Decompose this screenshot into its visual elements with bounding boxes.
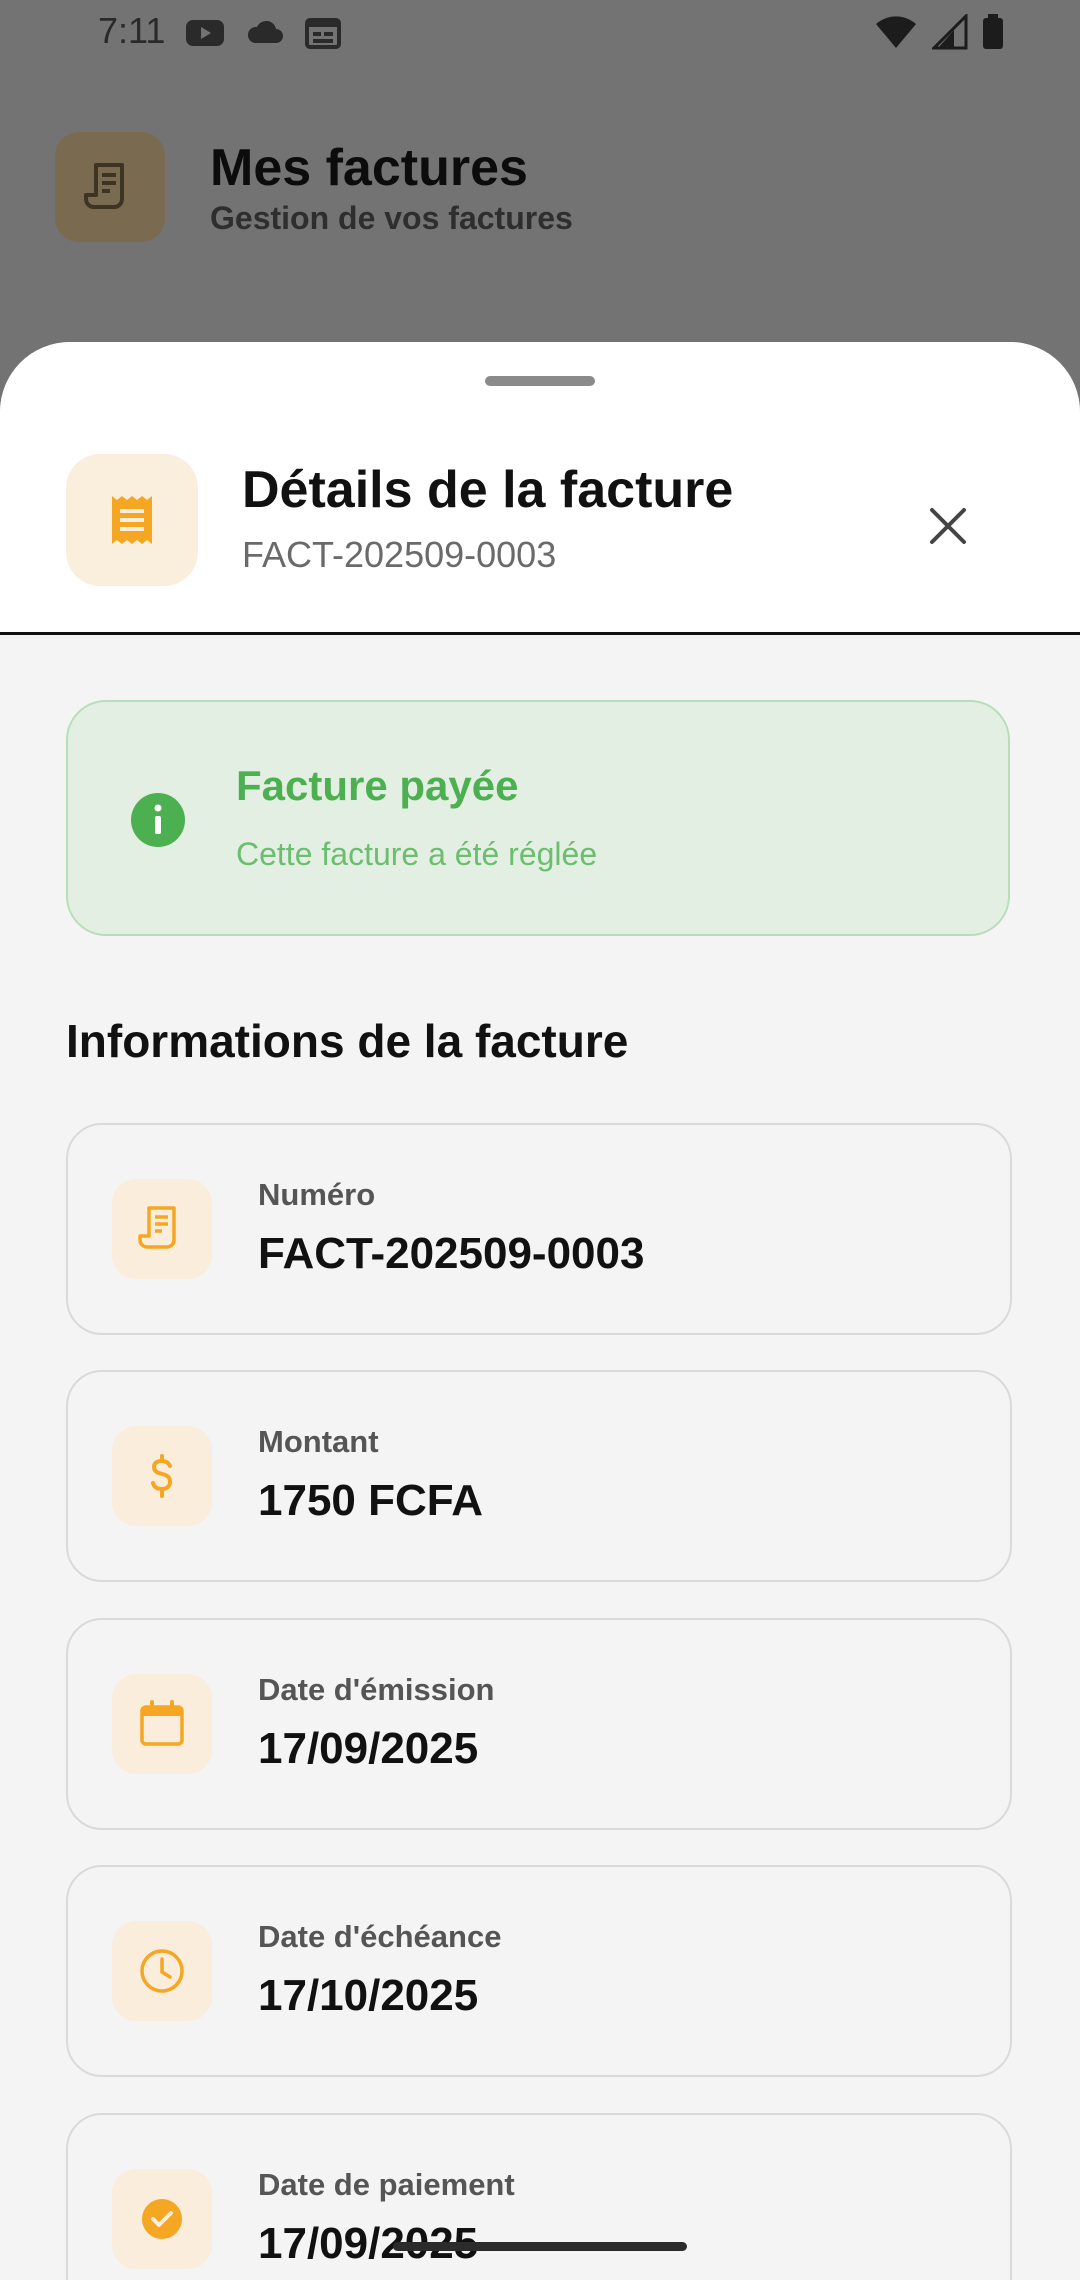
sheet-header-icon <box>66 454 198 586</box>
sheet-header: Détails de la facture FACT-202509-0003 <box>0 342 1080 635</box>
youtube-icon <box>186 20 224 46</box>
sheet-subtitle: FACT-202509-0003 <box>242 534 557 575</box>
info-card-due-date: Date d'échéance 17/10/2025 <box>66 1865 1012 2077</box>
info-label: Date d'échéance <box>258 1919 502 1954</box>
wifi-icon <box>876 16 916 48</box>
check-circle-icon <box>142 2199 182 2239</box>
info-card-amount: Montant 1750 FCFA <box>66 1370 1012 1582</box>
app-header: Mes factures Gestion de vos factures <box>0 100 1080 280</box>
close-button[interactable] <box>910 488 986 564</box>
info-value: FACT-202509-0003 <box>258 1229 645 1278</box>
receipt-icon <box>138 1206 176 1249</box>
status-bar: 7:11 <box>0 0 1080 68</box>
info-card-payment-date: Date de paiement 17/09/2025 <box>66 2113 1012 2280</box>
info-card-number: Numéro FACT-202509-0003 <box>66 1123 1012 1335</box>
info-label: Montant <box>258 1424 379 1459</box>
info-value: 17/10/2025 <box>258 1971 479 2020</box>
info-card-issue-date: Date d'émission 17/09/2025 <box>66 1618 1012 1830</box>
status-time: 7:11 <box>98 10 166 51</box>
info-label: Date de paiement <box>258 2167 515 2202</box>
app-subtitle: Gestion de vos factures <box>210 200 573 236</box>
app-logo <box>55 132 165 242</box>
calendar-icon <box>140 1700 184 1746</box>
clock-icon <box>140 1949 184 1993</box>
section-title: Informations de la facture <box>66 1015 629 1067</box>
receipt-icon <box>84 163 124 209</box>
payment-status-banner: Facture payée Cette facture a été réglée <box>66 700 1010 936</box>
status-title: Facture payée <box>236 762 519 809</box>
info-icon-box <box>112 1426 212 1526</box>
info-icon-box <box>112 2169 212 2269</box>
info-label: Date d'émission <box>258 1672 495 1707</box>
drag-handle[interactable] <box>485 376 595 386</box>
info-icon <box>131 793 185 847</box>
status-description: Cette facture a été réglée <box>236 836 598 872</box>
info-icon-box <box>112 1179 212 1279</box>
battery-icon <box>983 14 1003 49</box>
app-title: Mes factures <box>210 139 528 197</box>
close-icon <box>930 508 966 544</box>
info-value: 17/09/2025 <box>258 1724 479 1773</box>
info-value: 1750 FCFA <box>258 1476 483 1525</box>
sheet-title: Détails de la facture <box>242 461 734 519</box>
cloud-icon <box>247 20 283 43</box>
notification-icons <box>184 16 342 50</box>
info-label: Numéro <box>258 1177 376 1212</box>
info-icon-box <box>112 1674 212 1774</box>
invoice-details-sheet: Détails de la facture FACT-202509-0003 F… <box>0 342 1080 2280</box>
signal-icon <box>932 14 968 50</box>
receipt-icon <box>112 496 152 544</box>
home-indicator[interactable] <box>393 2242 687 2251</box>
calendar-view-icon <box>305 18 341 49</box>
info-icon-box <box>112 1921 212 2021</box>
dollar-icon <box>151 1454 173 1498</box>
system-icons <box>874 14 1004 50</box>
